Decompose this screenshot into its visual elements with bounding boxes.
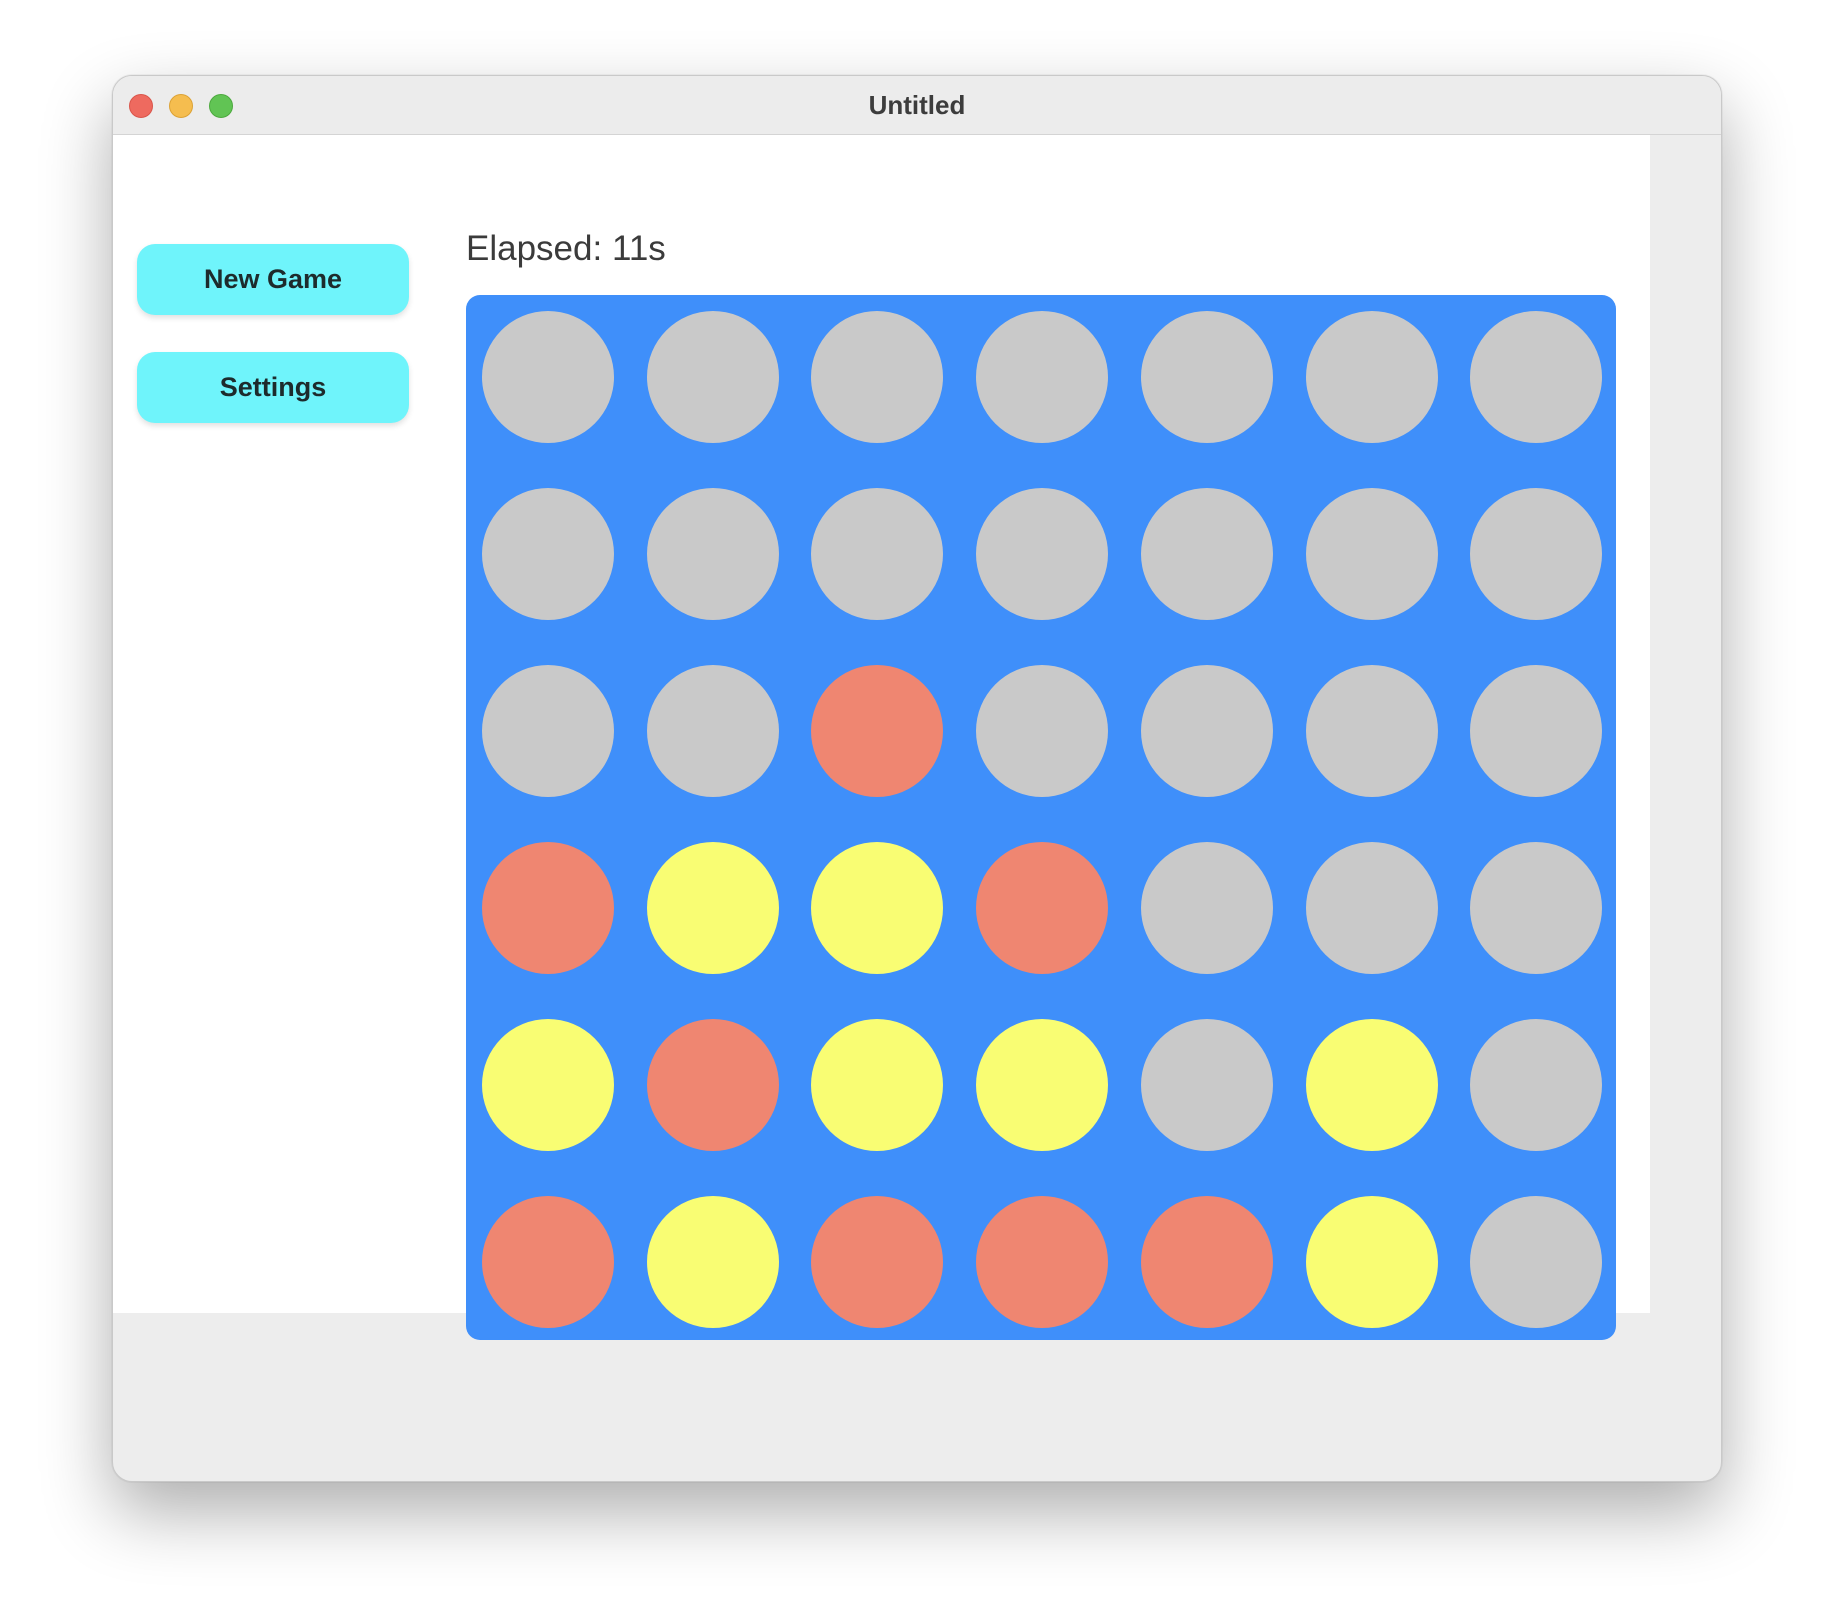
title-bar: Untitled — [113, 76, 1721, 135]
board-cell-r2-c3-empty[interactable] — [811, 488, 943, 620]
board-cell-r3-c1-empty[interactable] — [482, 665, 614, 797]
board-cell-r6-c1-red[interactable] — [482, 1196, 614, 1328]
board-cell-r6-c4-red[interactable] — [976, 1196, 1108, 1328]
board-cell-r2-c7-empty[interactable] — [1470, 488, 1602, 620]
board-cell-r5-c1-yellow[interactable] — [482, 1019, 614, 1151]
board-cell-r2-c4-empty[interactable] — [976, 488, 1108, 620]
board-cell-r6-c7-empty[interactable] — [1470, 1196, 1602, 1328]
settings-button[interactable]: Settings — [137, 352, 409, 423]
board-cell-r1-c3-empty[interactable] — [811, 311, 943, 443]
board-cell-r6-c3-red[interactable] — [811, 1196, 943, 1328]
board-cell-r4-c5-empty[interactable] — [1141, 842, 1273, 974]
board-cell-r1-c6-empty[interactable] — [1306, 311, 1438, 443]
board-cell-r4-c1-red[interactable] — [482, 842, 614, 974]
board-cell-r3-c6-empty[interactable] — [1306, 665, 1438, 797]
board-cell-r4-c2-yellow[interactable] — [647, 842, 779, 974]
content-area: New Game Settings Elapsed: 11s — [113, 135, 1650, 1340]
board-cell-r4-c6-empty[interactable] — [1306, 842, 1438, 974]
board-cell-r1-c5-empty[interactable] — [1141, 311, 1273, 443]
board-cell-r6-c5-red[interactable] — [1141, 1196, 1273, 1328]
board-cell-r1-c4-empty[interactable] — [976, 311, 1108, 443]
board-cell-r4-c3-yellow[interactable] — [811, 842, 943, 974]
board-cell-r5-c6-yellow[interactable] — [1306, 1019, 1438, 1151]
board-cell-r1-c7-empty[interactable] — [1470, 311, 1602, 443]
board-cell-r6-c2-yellow[interactable] — [647, 1196, 779, 1328]
board-cell-r3-c5-empty[interactable] — [1141, 665, 1273, 797]
board-cell-r3-c7-empty[interactable] — [1470, 665, 1602, 797]
board-cell-r2-c2-empty[interactable] — [647, 488, 779, 620]
board-cell-r5-c3-yellow[interactable] — [811, 1019, 943, 1151]
board-cell-r1-c1-empty[interactable] — [482, 311, 614, 443]
window-title: Untitled — [868, 90, 966, 120]
board-cell-r5-c4-yellow[interactable] — [976, 1019, 1108, 1151]
board-cell-r4-c4-red[interactable] — [976, 842, 1108, 974]
board-cell-r2-c5-empty[interactable] — [1141, 488, 1273, 620]
board-cell-r5-c5-empty[interactable] — [1141, 1019, 1273, 1151]
board-cell-r5-c7-empty[interactable] — [1470, 1019, 1602, 1151]
board-cell-r2-c6-empty[interactable] — [1306, 488, 1438, 620]
board-cell-r4-c7-empty[interactable] — [1470, 842, 1602, 974]
board-cell-r1-c2-empty[interactable] — [647, 311, 779, 443]
board-cell-r6-c6-yellow[interactable] — [1306, 1196, 1438, 1328]
game-board — [466, 295, 1616, 1340]
app-window: Untitled New Game Settings Elapsed: 11s — [112, 75, 1722, 1482]
board-cell-r2-c1-empty[interactable] — [482, 488, 614, 620]
elapsed-timer: Elapsed: 11s — [466, 229, 666, 269]
board-cell-r3-c3-red[interactable] — [811, 665, 943, 797]
board-cell-r3-c2-empty[interactable] — [647, 665, 779, 797]
new-game-button[interactable]: New Game — [137, 244, 409, 315]
board-cell-r3-c4-empty[interactable] — [976, 665, 1108, 797]
elapsed-label: Elapsed: — [466, 229, 603, 268]
board-cell-r5-c2-red[interactable] — [647, 1019, 779, 1151]
elapsed-value: 11s — [611, 229, 666, 268]
